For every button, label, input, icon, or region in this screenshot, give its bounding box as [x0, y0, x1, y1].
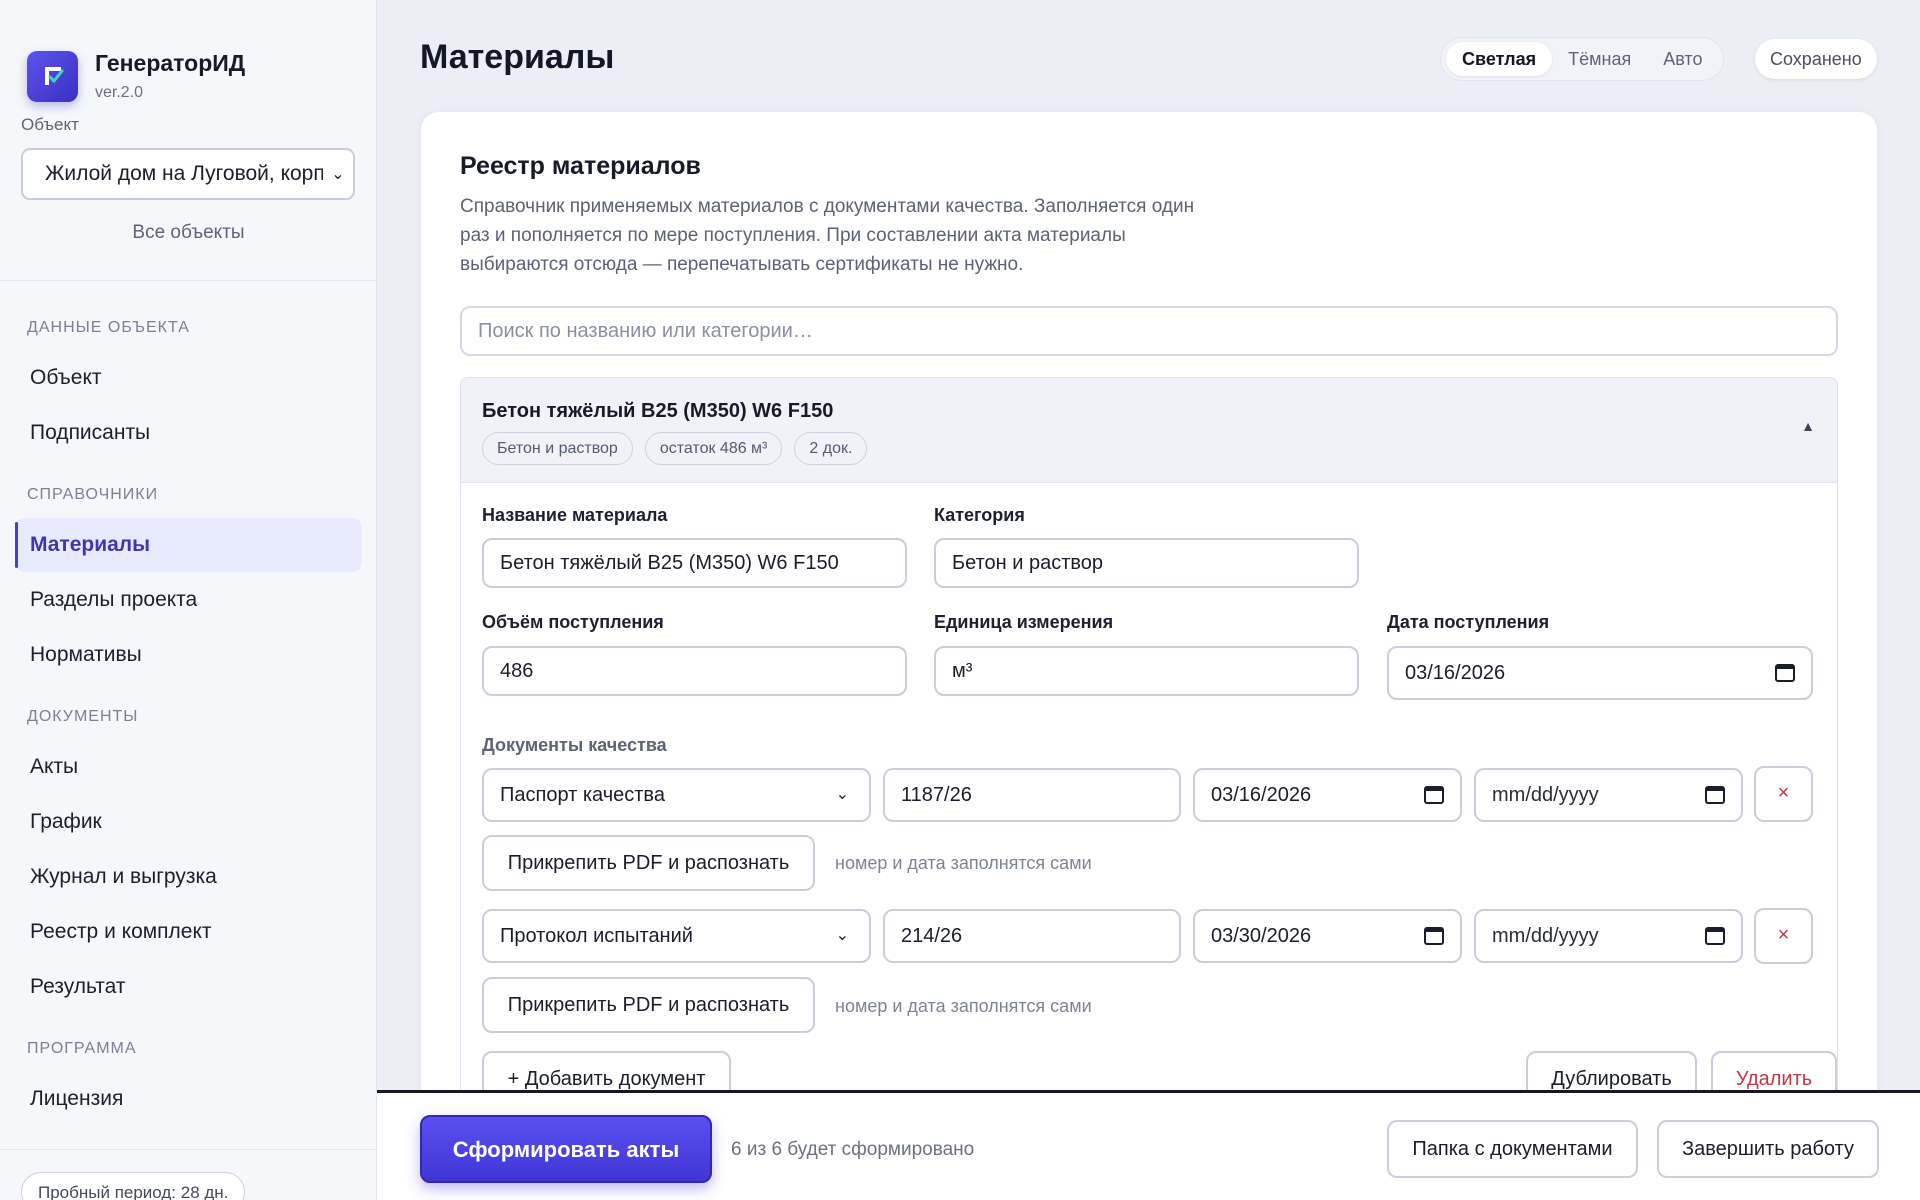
date-field[interactable]: 03/16/2026: [1387, 646, 1813, 700]
app-name: ГенераторИД: [95, 50, 246, 76]
sidebar-item-result[interactable]: Результат: [15, 960, 362, 1014]
generation-status: 6 из 6 будет сформировано: [731, 1139, 975, 1160]
calendar-icon[interactable]: [1424, 927, 1444, 945]
sidebar-item-acts[interactable]: Акты: [15, 740, 362, 794]
doc-type-select[interactable]: Протокол испытаний ⌄: [482, 909, 871, 963]
calendar-icon[interactable]: [1705, 786, 1725, 804]
doc-date-value: 03/16/2026: [1211, 784, 1312, 806]
collapse-triangle-icon[interactable]: ▲: [1801, 418, 1815, 434]
remaining-chip: остаток 486 м³: [644, 432, 783, 465]
unit-field-value: м³: [952, 660, 973, 682]
quality-docs-label: Документы качества: [482, 735, 667, 755]
volume-field-label: Объём поступления: [482, 612, 664, 632]
sidebar-item-schedule[interactable]: График: [15, 795, 362, 849]
name-field[interactable]: Бетон тяжёлый B25 (М350) W6 F150: [482, 538, 907, 588]
calendar-icon[interactable]: [1424, 786, 1444, 804]
category-field-label: Категория: [934, 505, 1025, 525]
nav-section-title: ДАННЫЕ ОБЪЕКТА: [27, 319, 190, 336]
sidebar: ГенераторИД ver.2.0 Объект Жилой дом на …: [0, 0, 377, 1200]
nav-section-title: ПРОГРАММА: [27, 1040, 137, 1057]
category-chip: Бетон и раствор: [482, 432, 633, 465]
sidebar-item-materials[interactable]: Материалы: [15, 518, 362, 572]
calendar-icon[interactable]: [1775, 664, 1795, 682]
chevron-down-icon: ⌄: [331, 166, 345, 183]
trial-badge: Пробный период: 28 дн.: [21, 1172, 246, 1200]
doc-type-value: Протокол испытаний: [500, 925, 693, 947]
nav-section-title: ДОКУМЕНТЫ: [27, 708, 139, 725]
sidebar-item-journal[interactable]: Журнал и выгрузка: [15, 850, 362, 904]
attach-hint: номер и дата заполнятся сами: [835, 853, 1092, 873]
name-field-label: Название материала: [482, 505, 668, 525]
doc-type-value: Паспорт качества: [500, 784, 665, 806]
doc-valid-until-field[interactable]: mm/dd/yyyy: [1474, 768, 1743, 822]
doc-date-field[interactable]: 03/16/2026: [1193, 768, 1462, 822]
material-name: Бетон тяжёлый B25 (М350) W6 F150: [482, 400, 834, 422]
doc-date-value: 03/30/2026: [1211, 925, 1312, 947]
chevron-down-icon: ⌄: [835, 927, 849, 944]
sidebar-item-object[interactable]: Объект: [15, 351, 362, 405]
date-field-label: Дата поступления: [1387, 612, 1550, 632]
category-field-value: Бетон и раствор: [952, 552, 1104, 574]
doc-date-field[interactable]: 03/30/2026: [1193, 909, 1462, 963]
date-field-value: 03/16/2026: [1405, 662, 1506, 684]
page-title: Материалы: [420, 38, 615, 76]
sidebar-nav: ДАННЫЕ ОБЪЕКТА Объект Подписанты СПРАВОЧ…: [15, 318, 362, 1127]
remove-doc-button[interactable]: ×: [1754, 908, 1813, 964]
unit-field[interactable]: м³: [934, 646, 1359, 696]
nav-section-title: СПРАВОЧНИКИ: [27, 486, 159, 503]
attach-hint: номер и дата заполнятся сами: [835, 996, 1092, 1016]
theme-option-auto[interactable]: Авто: [1647, 42, 1718, 76]
object-select[interactable]: Жилой дом на Луговой, корп ⌄: [21, 148, 355, 200]
category-field[interactable]: Бетон и раствор: [934, 538, 1359, 588]
registry-description: Справочник применяемых материалов с доку…: [460, 196, 1195, 275]
theme-switch: Светлая Тёмная Авто: [1440, 37, 1725, 81]
object-label: Объект: [21, 115, 79, 134]
doc-number-field[interactable]: 1187/26: [883, 768, 1181, 822]
sidebar-item-signatories[interactable]: Подписанты: [15, 406, 362, 460]
doc-number-field[interactable]: 214/26: [883, 909, 1181, 963]
sidebar-item-license[interactable]: Лицензия: [15, 1072, 362, 1126]
doc-count-chip: 2 док.: [794, 432, 868, 465]
search-input[interactable]: Поиск по названию или категории…: [460, 306, 1838, 356]
generate-acts-button[interactable]: Сформировать акты: [420, 1115, 712, 1183]
app-logo-icon: [27, 50, 78, 102]
brand: ГенераторИД ver.2.0: [0, 0, 376, 120]
theme-option-dark[interactable]: Тёмная: [1552, 42, 1647, 76]
sidebar-item-norms[interactable]: Нормативы: [15, 628, 362, 682]
doc-valid-until-value: mm/dd/yyyy: [1492, 925, 1599, 947]
doc-valid-until-value: mm/dd/yyyy: [1492, 784, 1599, 806]
divider: [0, 280, 376, 281]
attach-pdf-button[interactable]: Прикрепить PDF и распознать: [482, 977, 815, 1033]
doc-number-value: 1187/26: [901, 784, 972, 806]
bottom-action-bar: Сформировать акты 6 из 6 будет сформиров…: [377, 1090, 1920, 1200]
object-select-value: Жилой дом на Луговой, корп: [45, 162, 323, 185]
remove-doc-button[interactable]: ×: [1754, 766, 1813, 822]
name-field-value: Бетон тяжёлый B25 (М350) W6 F150: [500, 552, 839, 574]
divider: [0, 1149, 376, 1150]
calendar-icon[interactable]: [1705, 927, 1725, 945]
saved-status-badge: Сохранено: [1755, 39, 1877, 79]
material-header[interactable]: Бетон тяжёлый B25 (М350) W6 F150 Бетон и…: [461, 378, 1837, 483]
volume-field[interactable]: 486: [482, 646, 907, 696]
all-objects-link[interactable]: Все объекты: [0, 222, 376, 244]
attach-pdf-button[interactable]: Прикрепить PDF и распознать: [482, 835, 815, 891]
materials-registry-card: Реестр материалов Справочник применяемых…: [421, 112, 1877, 1112]
doc-number-value: 214/26: [901, 925, 963, 947]
chevron-down-icon: ⌄: [835, 786, 849, 803]
theme-option-light[interactable]: Светлая: [1446, 42, 1553, 76]
documents-folder-button[interactable]: Папка с документами: [1387, 1120, 1638, 1178]
material-item: Бетон тяжёлый B25 (М350) W6 F150 Бетон и…: [460, 377, 1838, 1112]
unit-field-label: Единица измерения: [934, 612, 1114, 632]
volume-field-value: 486: [500, 660, 534, 682]
sidebar-item-project-sections[interactable]: Разделы проекта: [15, 573, 362, 627]
sidebar-item-registry[interactable]: Реестр и комплект: [15, 905, 362, 959]
doc-valid-until-field[interactable]: mm/dd/yyyy: [1474, 909, 1743, 963]
finish-work-button[interactable]: Завершить работу: [1657, 1120, 1879, 1178]
doc-type-select[interactable]: Паспорт качества ⌄: [482, 768, 871, 822]
registry-title: Реестр материалов: [460, 152, 701, 180]
app-version: ver.2.0: [95, 84, 144, 101]
